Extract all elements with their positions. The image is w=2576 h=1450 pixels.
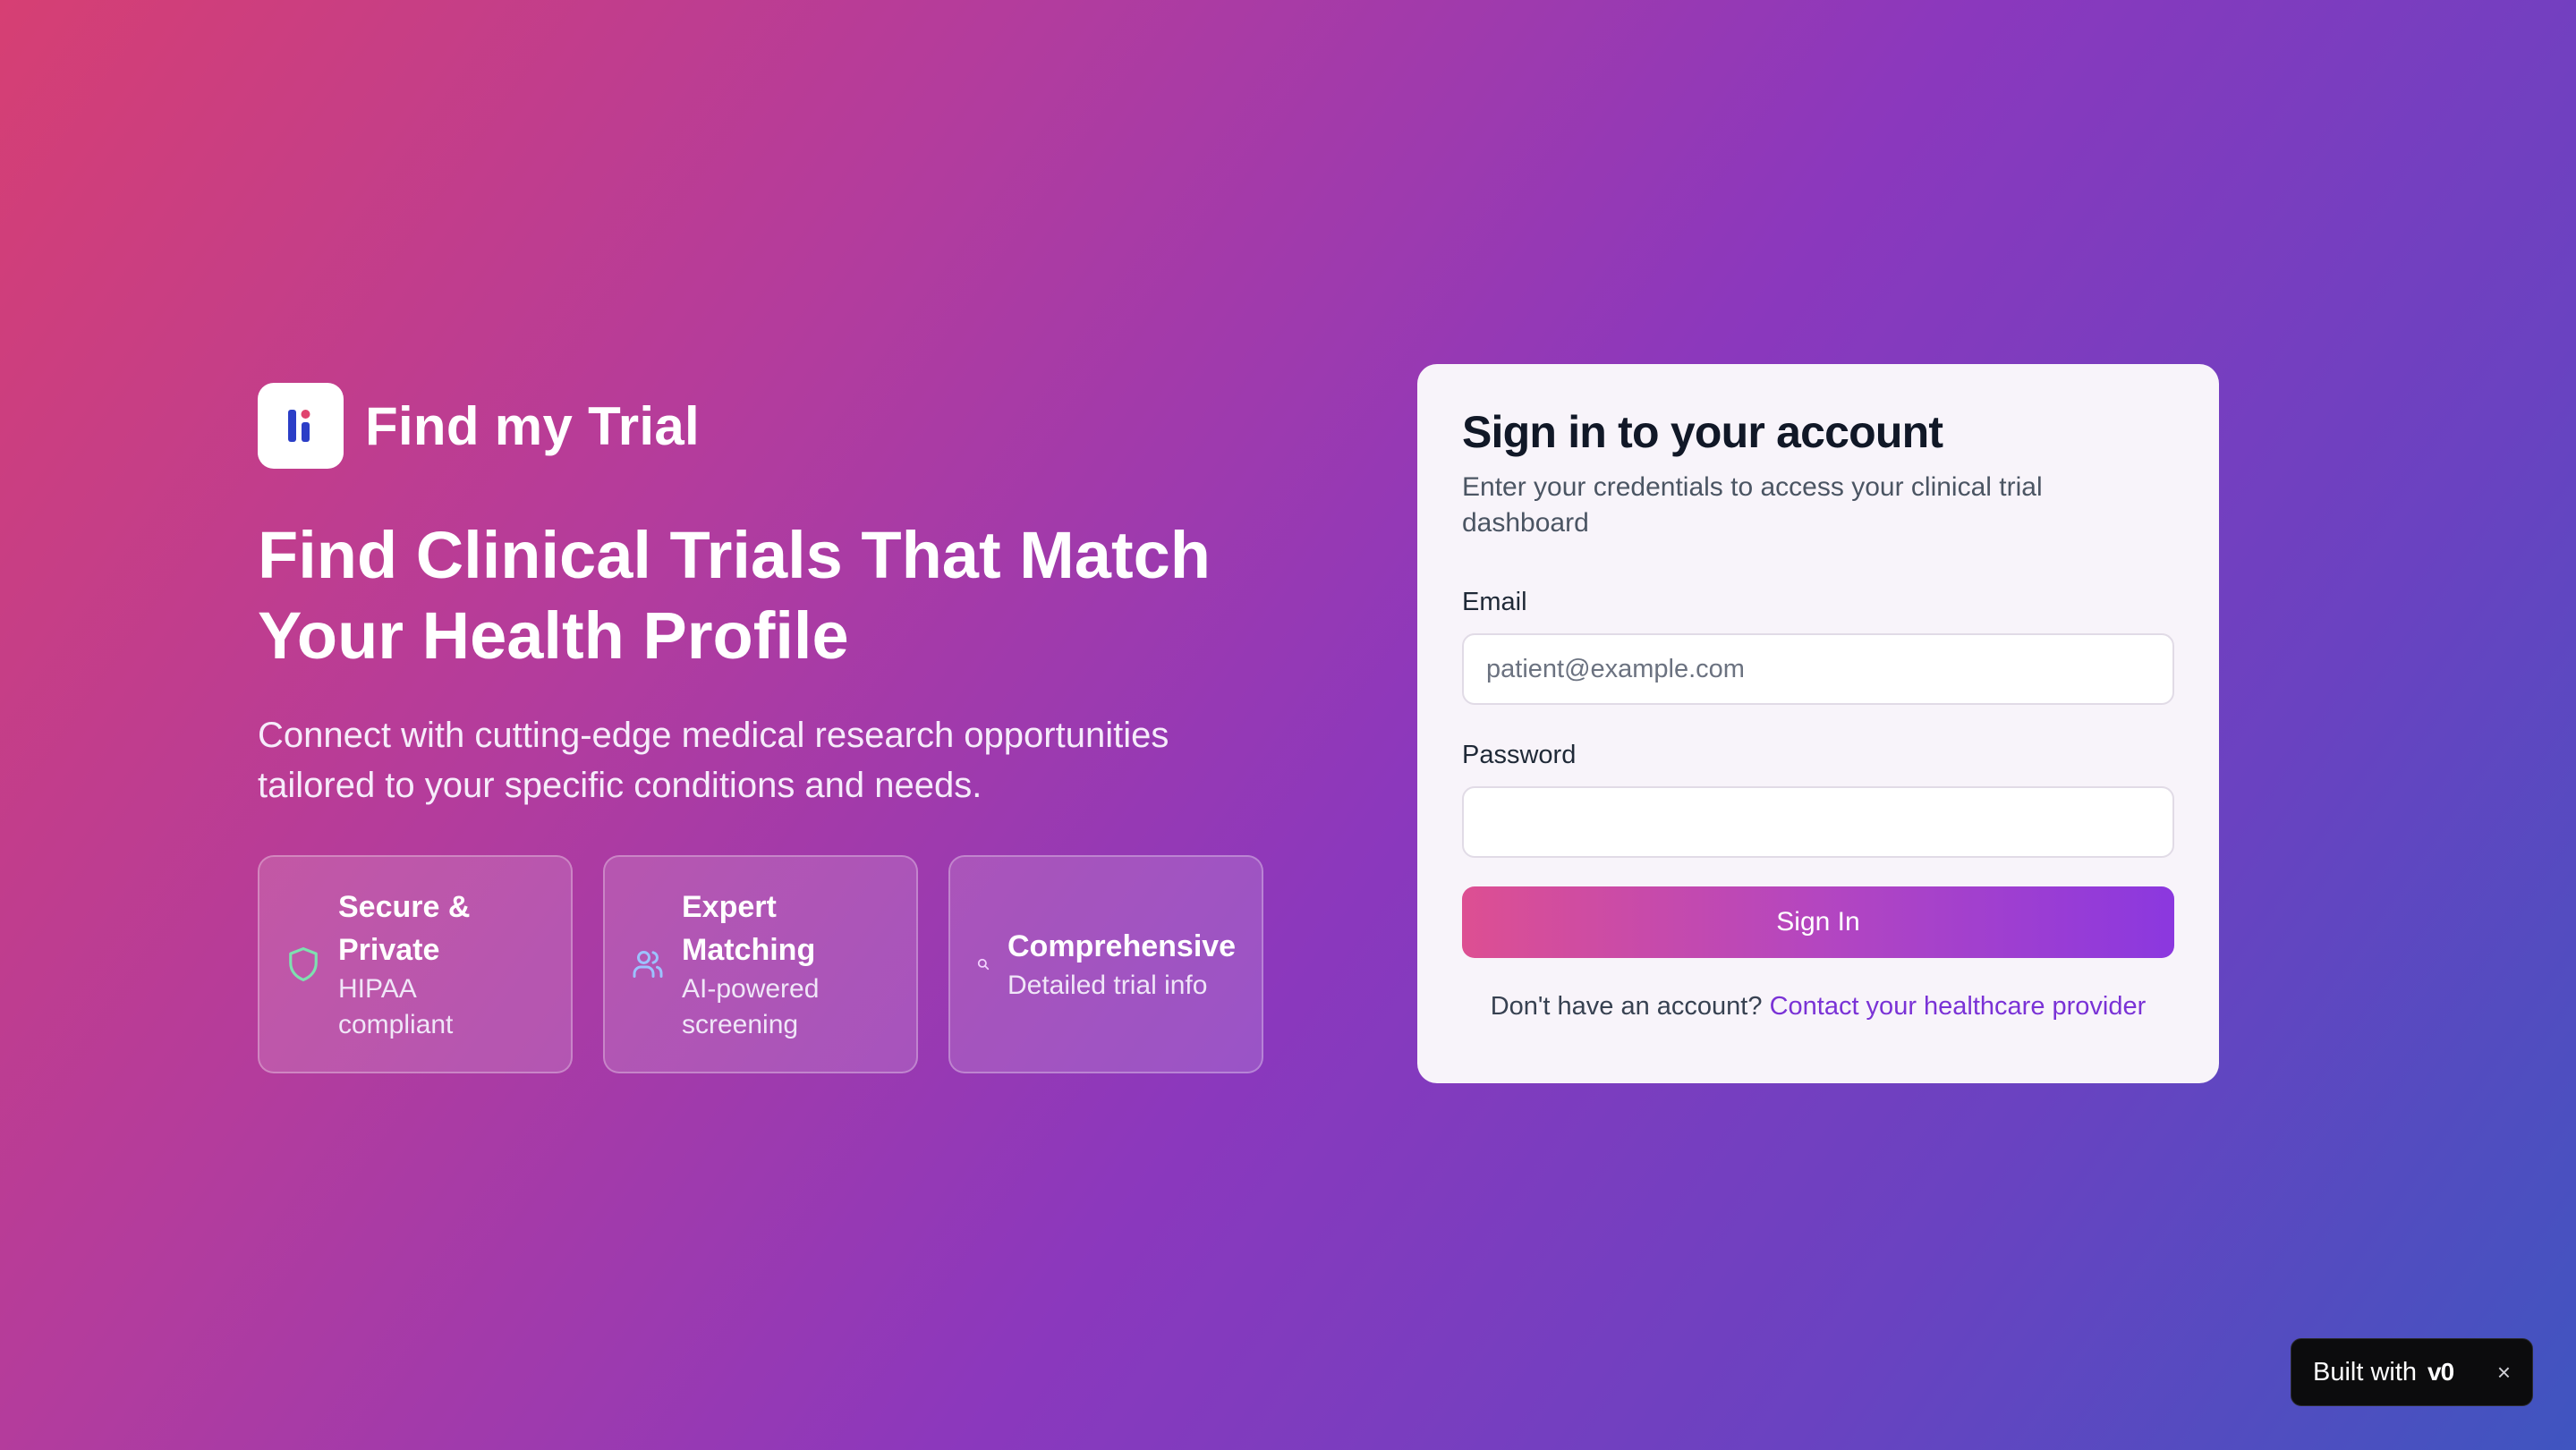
feature-sub-line: compliant (338, 1010, 454, 1039)
feature-text: Secure & Private HIPAA compliant (338, 886, 470, 1043)
v0-logo: v0 (2427, 1358, 2454, 1386)
signup-prompt-text: Don't have an account? (1490, 992, 1763, 1021)
close-icon[interactable]: × (2497, 1359, 2511, 1386)
users-icon (632, 948, 664, 980)
login-description: Enter your credentials to access your cl… (1462, 470, 2174, 541)
feature-title: Comprehensive (1007, 929, 1237, 963)
brand-name: Find my Trial (365, 395, 700, 456)
feature-title-line: Matching (682, 933, 816, 967)
password-field[interactable] (1462, 786, 2174, 858)
app-logo (258, 383, 344, 469)
feature-text: Comprehensive Detailed trial info (1007, 925, 1236, 1004)
sign-in-button[interactable]: Sign In (1462, 886, 2174, 958)
built-with-badge[interactable]: Built with v0 × (2291, 1338, 2533, 1406)
headline-line-1: Find Clinical Trials That Match (258, 518, 1211, 592)
badge-text: Built with (2313, 1357, 2418, 1386)
feature-subtitle: HIPAA compliant (338, 971, 470, 1043)
brand: Find my Trial (258, 383, 1269, 469)
feature-title-line: Secure & (338, 890, 471, 924)
subtext-line-2: tailored to your specific conditions and… (258, 766, 982, 805)
feature-card-matching: Expert Matching AI-powered screening (603, 855, 918, 1073)
headline-line-2: Your Health Profile (258, 598, 849, 673)
feature-subtitle: AI-powered screening (682, 971, 819, 1043)
feature-sub-line: screening (682, 1010, 799, 1039)
feature-title-line: Private (338, 933, 440, 967)
subtext-line-1: Connect with cutting-edge medical resear… (258, 716, 1169, 755)
logo-mark-icon (288, 410, 310, 442)
feature-text: Expert Matching AI-powered screening (682, 886, 819, 1043)
feature-title: Expert Matching (682, 886, 819, 971)
feature-sub-line: HIPAA (338, 974, 417, 1004)
feature-subtitle: Detailed trial info (1007, 971, 1208, 1000)
feature-card-comprehensive: Comprehensive Detailed trial info (948, 855, 1263, 1073)
login-card: Sign in to your account Enter your crede… (1417, 364, 2219, 1083)
login-description-line: Enter your credentials to access your cl… (1462, 472, 2043, 502)
search-icon (977, 958, 990, 971)
email-field[interactable] (1462, 633, 2174, 705)
login-description-line: dashboard (1462, 508, 1589, 538)
shield-icon (286, 945, 320, 983)
feature-title-line: Expert (682, 890, 777, 924)
contact-provider-link[interactable]: Contact your healthcare provider (1770, 992, 2147, 1021)
login-title: Sign in to your account (1462, 407, 1943, 457)
hero-subtext: Connect with cutting-edge medical resear… (258, 710, 1269, 810)
feature-cards: Secure & Private HIPAA compliant Expert … (258, 855, 1269, 1073)
page-headline: Find Clinical Trials That Match Your Hea… (258, 515, 1269, 676)
email-label: Email (1462, 588, 1527, 616)
password-label: Password (1462, 741, 1577, 769)
feature-card-secure: Secure & Private HIPAA compliant (258, 855, 573, 1073)
hero-section: Find my Trial Find Clinical Trials That … (258, 383, 1269, 1073)
feature-sub-line: AI-powered (682, 974, 820, 1004)
feature-title: Secure & Private (338, 886, 470, 971)
signup-prompt: Don't have an account? Contact your heal… (1462, 992, 2174, 1022)
